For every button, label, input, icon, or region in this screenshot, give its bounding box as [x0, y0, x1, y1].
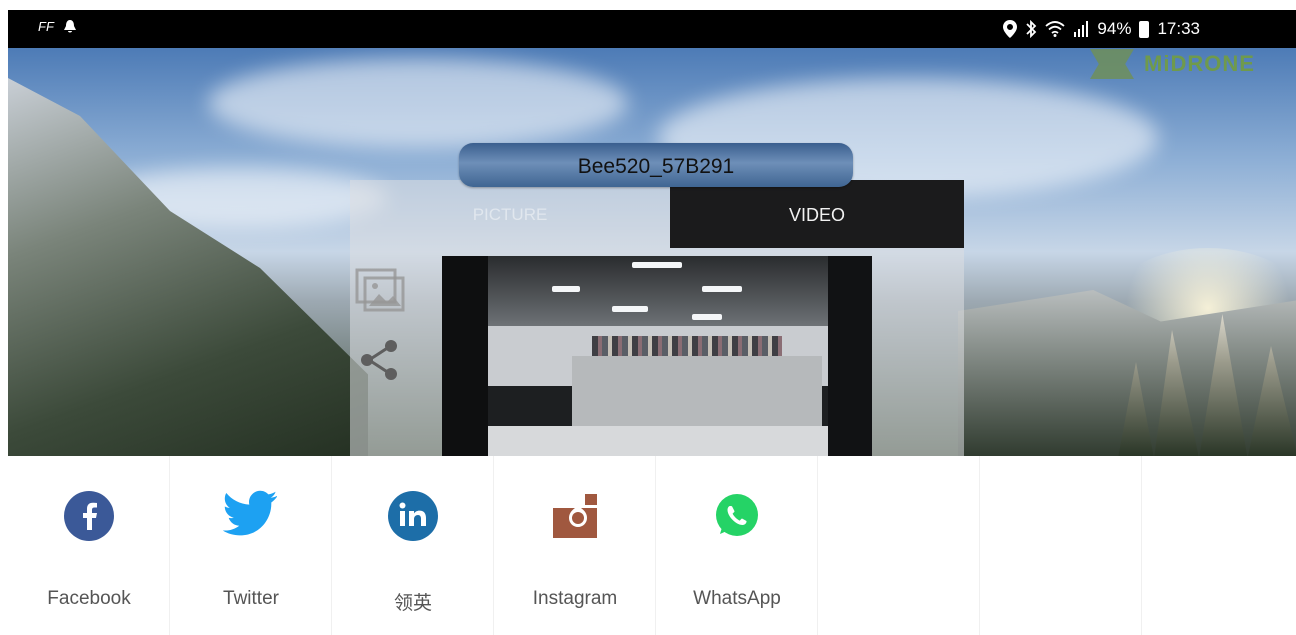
gallery-icon[interactable]	[355, 266, 405, 316]
brand-logo: MiDRONE	[1090, 49, 1255, 79]
signal-icon	[1074, 21, 1089, 37]
location-icon	[1003, 20, 1018, 38]
share-label-twitter: Twitter	[223, 588, 279, 609]
share-label-linkedin: 领英	[393, 593, 432, 614]
status-right: 94% 17:33	[1003, 18, 1200, 40]
whatsapp-icon	[716, 494, 758, 536]
share-empty-slot	[1142, 456, 1296, 635]
battery-icon	[1139, 20, 1150, 38]
share-label-facebook: Facebook	[47, 588, 131, 609]
status-left-text: FF	[38, 19, 54, 34]
share-empty-slot	[980, 456, 1142, 635]
logo-text: MiDRONE	[1144, 51, 1255, 76]
facebook-icon	[64, 491, 114, 541]
share-label-instagram: Instagram	[532, 588, 618, 609]
bluetooth-icon	[1026, 20, 1037, 38]
share-sheet: Facebook Twitter 领英 Instagram WhatsApp	[8, 456, 1296, 635]
notification-icon	[63, 19, 76, 32]
instagram-icon	[553, 494, 597, 538]
status-bar: FF 94% 17:33	[8, 10, 1296, 48]
share-instagram[interactable]: Instagram	[494, 456, 656, 635]
share-empty-slot	[818, 456, 980, 635]
share-facebook[interactable]: Facebook	[8, 456, 170, 635]
share-linkedin[interactable]: 领英	[332, 456, 494, 635]
logo-mark	[1090, 49, 1134, 79]
share-whatsapp[interactable]: WhatsApp	[656, 456, 818, 635]
share-label-whatsapp: WhatsApp	[693, 588, 781, 609]
clock: 17:33	[1157, 19, 1200, 38]
media-panel: PICTURE VIDEO	[350, 180, 964, 456]
twitter-icon	[223, 490, 277, 536]
tab-picture[interactable]: PICTURE	[350, 180, 670, 248]
wifi-icon	[1045, 21, 1066, 37]
battery-percent: 94%	[1097, 19, 1132, 38]
share-icon[interactable]	[355, 335, 405, 385]
status-left: FF	[38, 19, 76, 34]
device-name-banner: Bee520_57B291	[459, 143, 853, 187]
share-twitter[interactable]: Twitter	[170, 456, 332, 635]
linkedin-icon	[388, 491, 438, 541]
tab-video[interactable]: VIDEO	[670, 180, 964, 248]
video-preview[interactable]	[442, 256, 872, 456]
